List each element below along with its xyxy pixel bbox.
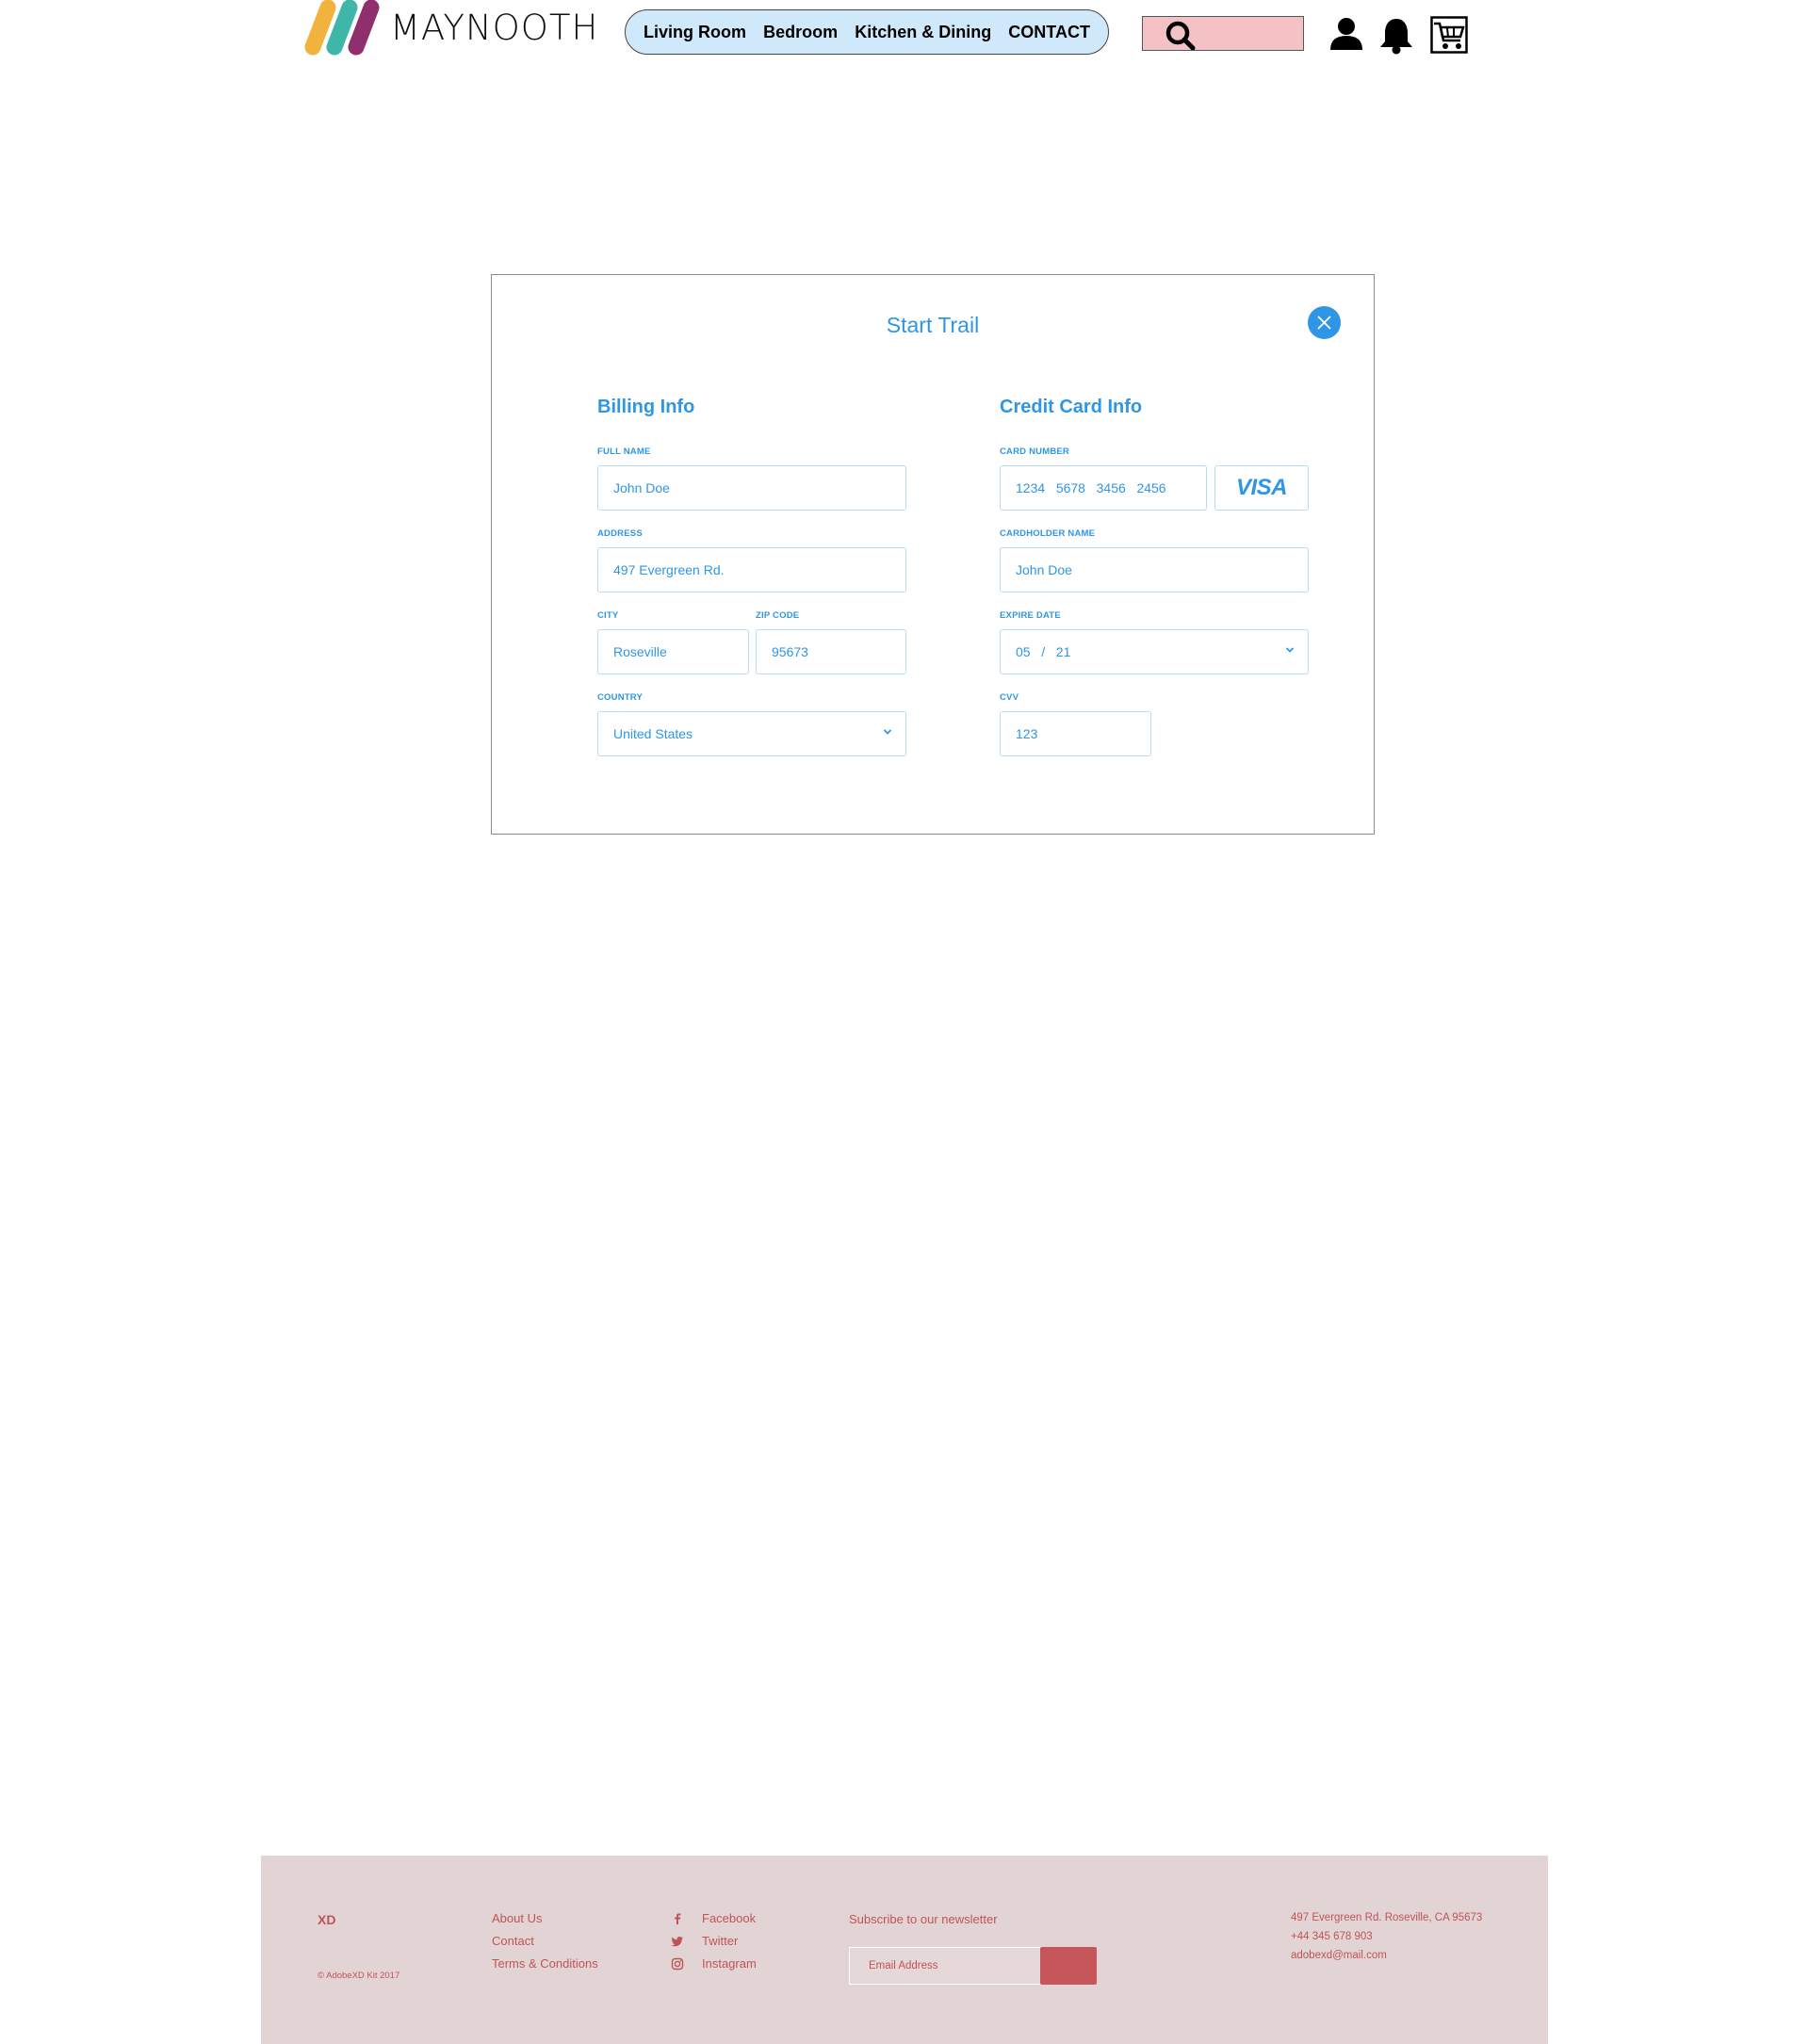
- footer-link-terms[interactable]: Terms & Conditions: [492, 1956, 598, 1971]
- brand-logo-icon[interactable]: [300, 0, 383, 57]
- cvv-value: 123: [1016, 726, 1038, 741]
- newsletter-email-input[interactable]: Email Address: [849, 1947, 1042, 1985]
- main-nav: Living Room Bedroom Kitchen & Dining CON…: [625, 9, 1109, 55]
- chevron-down-icon: [1285, 647, 1295, 653]
- card-brand-badge: VISA: [1214, 465, 1309, 511]
- cart-icon[interactable]: [1430, 16, 1468, 58]
- cvv-label: CVV: [1000, 692, 1019, 703]
- close-icon: [1317, 316, 1331, 330]
- bell-icon[interactable]: [1378, 17, 1414, 59]
- close-button[interactable]: [1308, 306, 1341, 339]
- brand-name: MAYNOOTH: [390, 8, 599, 48]
- visa-logo: VISA: [1235, 475, 1288, 500]
- search-input[interactable]: [1142, 16, 1304, 51]
- cardholder-name-field[interactable]: John Doe: [1000, 547, 1309, 592]
- zip-code-label: ZIP CODE: [756, 610, 800, 621]
- country-value: United States: [613, 726, 693, 741]
- contact-phone: +44 345 678 903: [1291, 1931, 1373, 1942]
- nav-item-living-room[interactable]: Living Room: [644, 23, 746, 42]
- credit-card-info-heading: Credit Card Info: [1000, 397, 1143, 417]
- expire-date-select[interactable]: 05 / 21: [1000, 629, 1309, 674]
- address-value: 497 Evergreen Rd.: [613, 562, 725, 577]
- footer: XD © AdobeXD Kit 2017 About Us Contact T…: [261, 1856, 1548, 2044]
- card-number-field[interactable]: 1234 5678 3456 2456: [1000, 465, 1207, 511]
- cvv-field[interactable]: 123: [1000, 711, 1151, 756]
- start-trial-modal: Start Trail Billing Info FULL NAME John …: [491, 274, 1375, 835]
- footer-brand: XD: [318, 1912, 336, 1927]
- city-value: Roseville: [613, 644, 667, 659]
- full-name-value: John Doe: [613, 480, 670, 495]
- subscribe-button[interactable]: [1040, 1947, 1097, 1985]
- instagram-icon[interactable]: [671, 1957, 684, 1971]
- twitter-icon[interactable]: [671, 1935, 684, 1948]
- email-placeholder: Email Address: [869, 1960, 938, 1971]
- card-number-label: CARD NUMBER: [1000, 446, 1069, 457]
- address-label: ADDRESS: [597, 528, 643, 539]
- user-icon[interactable]: [1328, 16, 1364, 57]
- address-field[interactable]: 497 Evergreen Rd.: [597, 547, 906, 592]
- footer-link-contact[interactable]: Contact: [492, 1934, 534, 1948]
- zip-code-value: 95673: [772, 644, 808, 659]
- social-link-twitter[interactable]: Twitter: [702, 1934, 738, 1948]
- contact-email[interactable]: adobexd@mail.com: [1291, 1950, 1387, 1961]
- cardholder-name-value: John Doe: [1016, 562, 1072, 577]
- expire-date-value: 05 / 21: [1016, 644, 1071, 659]
- cardholder-name-label: CARDHOLDER NAME: [1000, 528, 1096, 539]
- nav-item-bedroom[interactable]: Bedroom: [763, 23, 838, 42]
- chevron-down-icon: [883, 729, 892, 735]
- country-label: COUNTRY: [597, 692, 644, 703]
- full-name-field[interactable]: John Doe: [597, 465, 906, 511]
- card-number-value: 1234 5678 3456 2456: [1016, 480, 1166, 495]
- facebook-icon[interactable]: [671, 1912, 684, 1925]
- newsletter-label: Subscribe to our newsletter: [849, 1912, 998, 1926]
- city-field[interactable]: Roseville: [597, 629, 749, 674]
- country-select[interactable]: United States: [597, 711, 906, 756]
- full-name-label: FULL NAME: [597, 446, 651, 457]
- zip-code-field[interactable]: 95673: [756, 629, 906, 674]
- social-link-facebook[interactable]: Facebook: [702, 1911, 756, 1925]
- search-icon: [1165, 21, 1196, 50]
- nav-item-kitchen-dining[interactable]: Kitchen & Dining: [855, 23, 991, 42]
- copyright-text: © AdobeXD Kit 2017: [318, 1971, 400, 1981]
- expire-date-label: EXPIRE DATE: [1000, 610, 1061, 621]
- billing-info-heading: Billing Info: [597, 397, 695, 417]
- city-label: CITY: [597, 610, 619, 621]
- modal-title: Start Trail: [886, 313, 980, 337]
- social-link-instagram[interactable]: Instagram: [702, 1956, 757, 1971]
- footer-link-about-us[interactable]: About Us: [492, 1911, 542, 1925]
- nav-item-contact[interactable]: CONTACT: [1008, 23, 1090, 42]
- contact-address: 497 Evergreen Rd. Roseville, CA 95673: [1291, 1912, 1483, 1923]
